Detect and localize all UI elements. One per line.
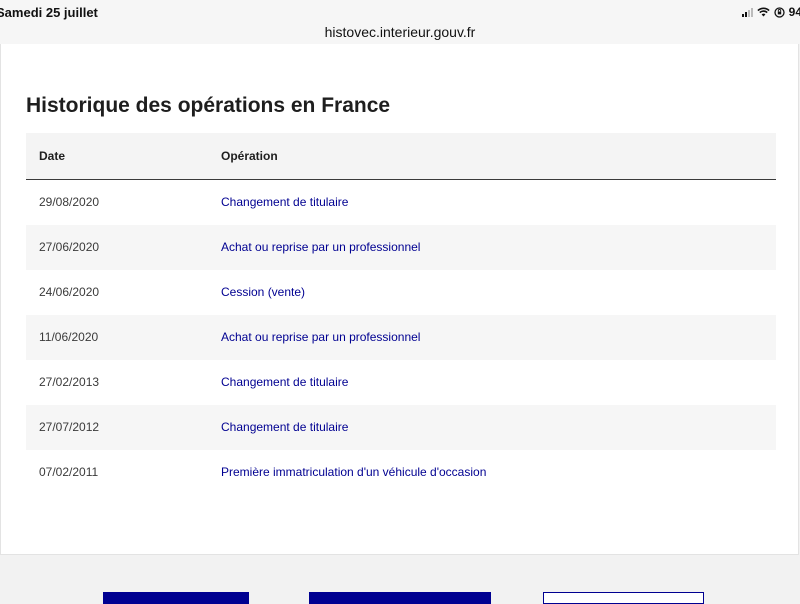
row-operation: Changement de titulaire [221, 420, 349, 434]
signal-icon [741, 7, 753, 17]
row-operation: Changement de titulaire [221, 375, 349, 389]
page-title: Historique des opérations en France [26, 94, 391, 117]
row-date: 27/07/2012 [39, 420, 100, 434]
bottom-actions [0, 592, 800, 604]
row-date: 29/08/2020 [39, 195, 100, 209]
operation-column-header: Opération [221, 148, 278, 163]
table-row: 07/02/2011 Première immatriculation d'un… [26, 450, 776, 495]
table-header-row: Date Opération [26, 133, 776, 179]
row-date: 11/06/2020 [39, 330, 99, 344]
address-bar[interactable]: histovec.interieur.gouv.fr [0, 22, 800, 44]
table-row: 27/07/2012 Changement de titulaire [26, 404, 776, 450]
row-operation: Changement de titulaire [221, 195, 349, 209]
history-card: Historique des opérations en France Date… [0, 44, 799, 555]
operations-table: Date Opération 29/08/2020 Changement de … [26, 133, 776, 495]
url-text: histovec.interieur.gouv.fr [324, 24, 476, 40]
orientation-lock-icon [773, 6, 785, 18]
primary-action-button-1[interactable] [103, 592, 249, 604]
row-operation: Première immatriculation d'un véhicule d… [221, 465, 487, 479]
secondary-action-button[interactable] [543, 592, 704, 604]
row-date: 24/06/2020 [39, 285, 100, 299]
row-operation: Cession (vente) [221, 285, 306, 299]
row-date: 27/06/2020 [39, 240, 100, 254]
status-indicators: 94 [741, 5, 800, 19]
table-row: 27/06/2020 Achat ou reprise par un profe… [26, 224, 776, 270]
status-date: Samedi 25 juillet [0, 5, 98, 20]
date-column-header: Date [39, 148, 66, 163]
primary-action-button-2[interactable] [309, 592, 491, 604]
battery-percentage: 94 [788, 5, 800, 19]
status-bar: Samedi 25 juillet 94 [0, 0, 800, 22]
row-date: 27/02/2013 [39, 375, 100, 389]
table-row: 11/06/2020 Achat ou reprise par un profe… [26, 314, 776, 360]
table-row: 24/06/2020 Cession (vente) [26, 270, 776, 315]
wifi-icon [756, 7, 770, 17]
row-operation: Achat ou reprise par un professionnel [221, 330, 421, 344]
table-row: 29/08/2020 Changement de titulaire [26, 179, 776, 225]
table-row: 27/02/2013 Changement de titulaire [26, 360, 776, 405]
row-date: 07/02/2011 [39, 465, 99, 479]
row-operation: Achat ou reprise par un professionnel [221, 240, 421, 254]
